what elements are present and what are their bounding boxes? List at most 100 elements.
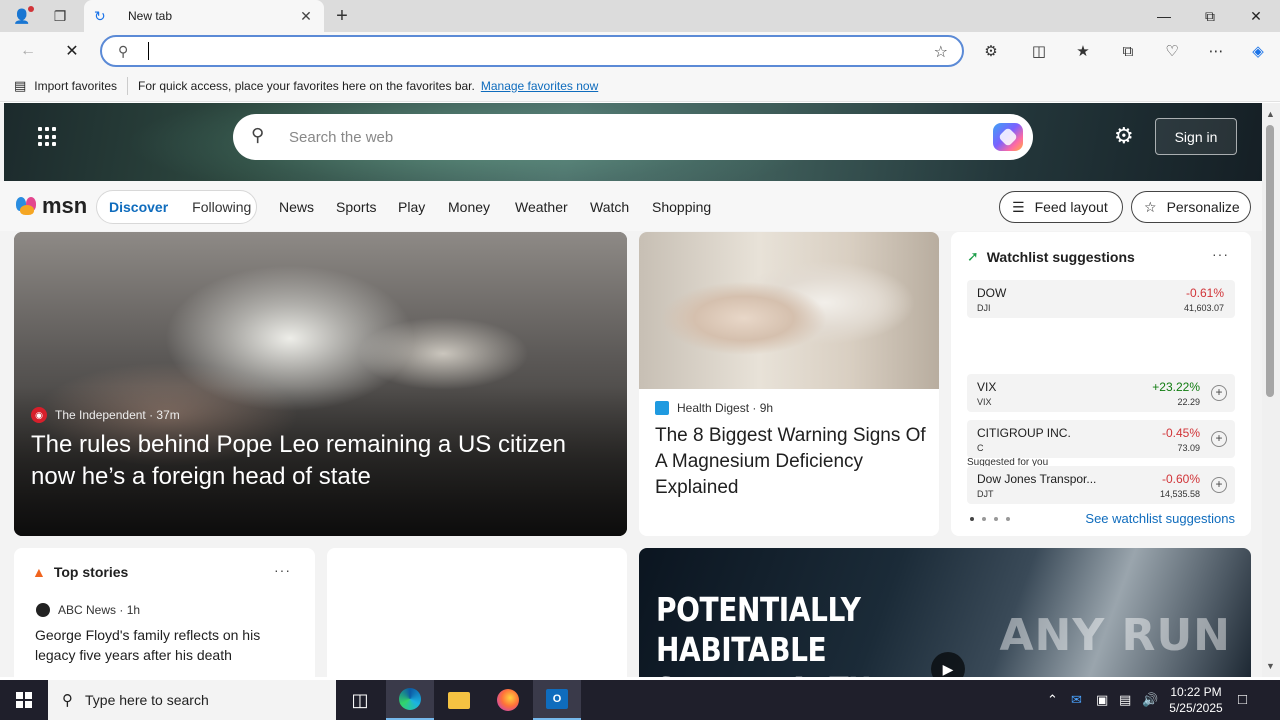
taskbar-outlook[interactable]: O	[533, 680, 581, 720]
taskbar-file-explorer[interactable]	[435, 680, 483, 720]
play-icon[interactable]: ▶	[931, 652, 965, 677]
more-options-icon[interactable]: ···	[1212, 246, 1229, 262]
loading-card	[327, 548, 627, 677]
nav-weather[interactable]: Weather	[515, 199, 568, 215]
story-headline[interactable]: The 8 Biggest Warning Signs Of A Magnesi…	[655, 423, 930, 501]
nav-news[interactable]: News	[279, 199, 314, 215]
taskbar-firefox[interactable]	[484, 680, 532, 720]
more-menu-icon[interactable]: ⋯	[1201, 37, 1231, 65]
see-watchlist-link[interactable]: See watchlist suggestions	[1085, 511, 1235, 526]
msn-logo-text: msn	[42, 193, 88, 218]
nav-shopping[interactable]: Shopping	[652, 199, 711, 215]
close-tab-icon[interactable]: ✕	[298, 8, 314, 25]
story-headline[interactable]: The rules behind Pope Leo remaining a US…	[31, 429, 601, 493]
divider	[127, 76, 128, 95]
network-icon[interactable]: ▤	[1119, 692, 1131, 708]
start-button[interactable]	[0, 680, 48, 720]
web-search-box[interactable]: ⚲	[233, 114, 1033, 160]
favorites-icon[interactable]: ★	[1068, 37, 1098, 65]
nav-sports[interactable]: Sports	[336, 199, 376, 215]
carousel-dots[interactable]	[970, 517, 1010, 521]
story-headline[interactable]: George Floyd's family reflects on his le…	[35, 625, 295, 665]
sign-in-button[interactable]: Sign in	[1155, 118, 1237, 155]
nav-play[interactable]: Play	[398, 199, 425, 215]
split-screen-icon[interactable]: ◫	[1024, 37, 1054, 65]
stock-symbol: DJI	[977, 303, 991, 313]
stock-row[interactable]: DOW DJI -0.61% 41,603.07	[967, 280, 1235, 318]
health-digest-logo-icon	[655, 401, 669, 415]
web-search-input[interactable]	[289, 127, 929, 147]
stop-button[interactable]: ✕	[58, 37, 86, 65]
task-view-icon[interactable]: ◫	[336, 680, 384, 720]
hero-background: ⚲ ⚙ Sign in	[4, 103, 1262, 181]
add-to-watchlist-icon[interactable]: +	[1211, 477, 1227, 493]
volume-icon[interactable]: 🔊	[1142, 692, 1158, 708]
firefox-icon	[497, 689, 519, 711]
tab-strip: 👤 ❐ ↻ New tab ✕ + — ⧉ ✕	[0, 0, 1280, 32]
taskbar-search[interactable]: ⚲ Type here to search	[48, 680, 336, 720]
story-age: · 9h	[752, 401, 774, 415]
back-button[interactable]: ←	[14, 37, 42, 65]
notifications-icon[interactable]: □	[1238, 691, 1247, 708]
profile-icon[interactable]: 👤	[8, 4, 36, 28]
stock-price: 41,603.07	[1183, 303, 1224, 313]
taskbar-edge[interactable]	[386, 680, 434, 720]
browser-essentials-icon[interactable]: ♡	[1157, 37, 1187, 65]
more-options-icon[interactable]: ···	[274, 562, 291, 578]
page-scrollbar[interactable]: ▲ ▼	[1262, 103, 1280, 677]
copilot-icon[interactable]: ◈	[1243, 37, 1273, 65]
source-name: Health Digest	[677, 401, 750, 415]
search-icon: ⚲	[251, 125, 265, 145]
stock-name: CITIGROUP INC.	[977, 426, 1071, 440]
stock-change: -0.60%	[1161, 472, 1200, 486]
minimize-button[interactable]: —	[1141, 0, 1187, 32]
show-hidden-icons-icon[interactable]: ⌃	[1047, 692, 1058, 708]
system-clock[interactable]: 10:22 PM 5/25/2025	[1166, 684, 1226, 716]
tab-new-tab[interactable]: ↻ New tab ✕	[84, 0, 324, 32]
address-bar[interactable]: ⚲ ☆	[100, 35, 964, 67]
new-tab-button[interactable]: +	[328, 4, 356, 28]
video-card[interactable]: POTENTIALLY HABITABLE SUPER-EARTH DISCOV…	[639, 548, 1251, 677]
settings-gear-icon[interactable]: ⚙	[1114, 123, 1134, 149]
stock-symbol: C	[977, 443, 984, 453]
clock-time: 10:22 PM	[1170, 685, 1222, 699]
copilot-icon[interactable]	[993, 123, 1023, 151]
import-favorites-button[interactable]: ▤ Import favorites	[14, 78, 117, 94]
feed-layout-button[interactable]: ☰ Feed layout	[999, 191, 1123, 223]
favorites-hint: For quick access, place your favorites h…	[138, 78, 475, 93]
manage-favorites-link[interactable]: Manage favorites now	[481, 79, 598, 93]
tab-following[interactable]: Following	[192, 199, 251, 215]
add-to-watchlist-icon[interactable]: +	[1211, 431, 1227, 447]
add-to-watchlist-icon[interactable]: +	[1211, 385, 1227, 401]
extensions-icon[interactable]: ⚙	[976, 37, 1006, 65]
collections-icon[interactable]: ⧉	[1113, 37, 1143, 65]
stock-row[interactable]: VIX VIX +23.22% 22.29 +	[967, 374, 1235, 412]
restore-button[interactable]: ⧉	[1187, 0, 1233, 32]
nav-watch[interactable]: Watch	[590, 199, 629, 215]
tab-discover[interactable]: Discover	[109, 199, 168, 215]
watchlist-header: ➚ Watchlist suggestions	[967, 248, 1135, 265]
outlook-tray-icon[interactable]: ✉	[1071, 692, 1082, 708]
health-story-card[interactable]: Health Digest · 9h The 8 Biggest Warning…	[639, 232, 939, 536]
personalize-button[interactable]: ☆ Personalize	[1131, 191, 1251, 223]
story-source: ◉ The Independent · 37m	[31, 407, 180, 423]
notification-dot	[28, 6, 34, 12]
scroll-down-icon[interactable]: ▼	[1266, 661, 1275, 671]
scroll-thumb[interactable]	[1266, 125, 1274, 397]
stock-row[interactable]: CITIGROUP INC. C -0.45% 73.09 +	[967, 420, 1235, 458]
msn-logo[interactable]: msn	[16, 193, 87, 219]
main-story-card[interactable]: ◉ The Independent · 37m The rules behind…	[14, 232, 627, 536]
scroll-up-icon[interactable]: ▲	[1266, 109, 1275, 119]
device-icon[interactable]: ▣	[1096, 692, 1108, 708]
stock-row[interactable]: Dow Jones Transpor... DJT -0.60% 14,535.…	[967, 466, 1235, 504]
tab-actions-icon[interactable]: ❐	[46, 4, 74, 28]
apps-launcher-icon[interactable]	[34, 123, 62, 151]
address-input[interactable]	[148, 42, 888, 60]
stock-price: 14,535.58	[1159, 489, 1200, 499]
search-icon: ⚲	[62, 692, 73, 709]
close-window-button[interactable]: ✕	[1233, 0, 1279, 32]
nav-money[interactable]: Money	[448, 199, 490, 215]
stock-change: -0.61%	[1185, 286, 1224, 300]
import-favorites-label: Import favorites	[34, 78, 117, 93]
favorite-star-icon[interactable]: ☆	[934, 42, 948, 62]
